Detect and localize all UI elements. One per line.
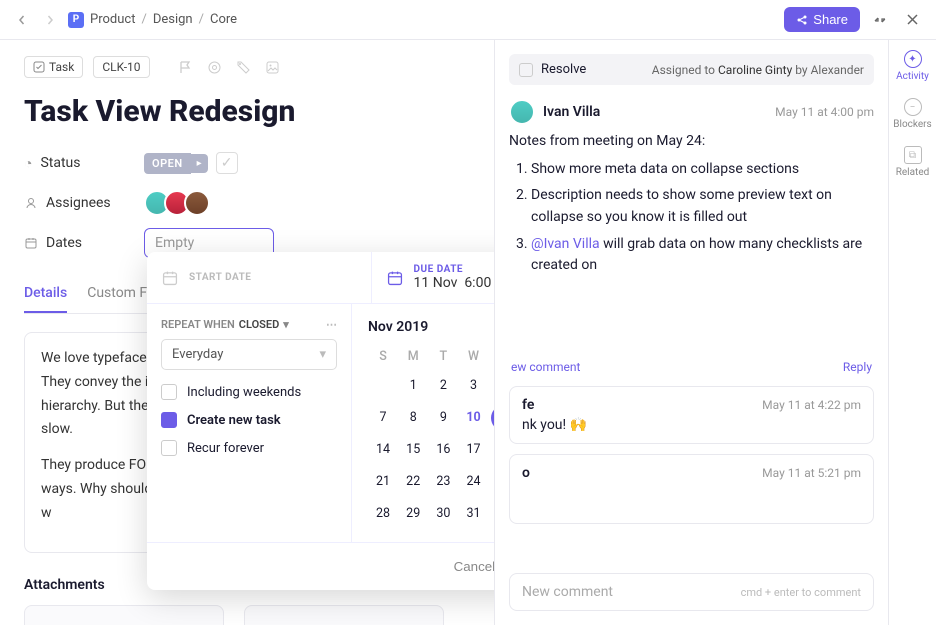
task-title: Task View Redesign — [24, 94, 474, 129]
cal-day[interactable]: 28 — [370, 501, 396, 527]
assignee-icon — [24, 196, 38, 210]
calendar-icon — [24, 236, 38, 250]
tag-icon[interactable] — [236, 60, 251, 75]
bc-product[interactable]: Product — [90, 12, 135, 27]
avatar[interactable] — [184, 190, 210, 216]
cal-day[interactable]: 18 — [491, 437, 494, 463]
assignee-avatars[interactable] — [144, 190, 210, 216]
side-rail: ✦ Activity − Blockers ⧉ Related — [888, 40, 936, 625]
comment-thread: Ivan Villa May 11 at 4:00 pm Notes from … — [509, 99, 874, 374]
cal-day[interactable]: 8 — [400, 405, 426, 431]
option-weekends[interactable]: Including weekends — [161, 384, 337, 400]
resolve-checkbox[interactable] — [519, 63, 533, 77]
avatar — [509, 99, 535, 125]
cal-day[interactable]: 10 — [460, 405, 486, 431]
cal-day[interactable]: 11 — [491, 405, 494, 431]
cal-day[interactable]: 17 — [460, 437, 486, 463]
comment-card[interactable]: o May 11 at 5:21 pm — [509, 454, 874, 524]
calendar-icon — [161, 269, 179, 287]
cal-day[interactable]: 31 — [460, 501, 486, 527]
rail-activity[interactable]: ✦ Activity — [896, 50, 929, 82]
task-type-chip[interactable]: Task — [24, 56, 83, 78]
cal-day[interactable]: 23 — [430, 469, 456, 495]
calendar-grid: SMTWTFS123456789101112131415161718192021… — [368, 345, 494, 528]
related-icon: ⧉ — [904, 146, 922, 164]
new-comment-input[interactable]: New comment cmd + enter to comment — [509, 573, 874, 611]
blockers-icon: − — [904, 98, 922, 116]
task-main: Task CLK-10 Task View Redesign ◔Status O… — [0, 40, 494, 625]
calendar-month-label: Nov 2019 — [368, 319, 428, 335]
chevron-down-icon[interactable]: ▾ — [283, 318, 289, 331]
start-date-section[interactable]: START DATE — [147, 252, 371, 303]
rail-related[interactable]: ⧉ Related — [896, 146, 930, 178]
option-recur[interactable]: Recur forever — [161, 440, 337, 456]
due-date-section[interactable]: DUE DATE 11 Nov 6:00 pm ✕ — [371, 252, 495, 303]
minimize-icon[interactable] — [868, 8, 892, 32]
close-icon[interactable] — [900, 8, 924, 32]
comment-card[interactable]: fe May 11 at 4:22 pm nk you! 🙌 — [509, 386, 874, 444]
tab-details[interactable]: Details — [24, 277, 67, 313]
cal-day[interactable]: 4 — [491, 373, 494, 399]
cal-day[interactable]: 9 — [430, 405, 456, 431]
cal-day[interactable]: 22 — [400, 469, 426, 495]
status-next-icon[interactable]: ▸ — [191, 154, 208, 173]
nav-forward[interactable] — [40, 10, 60, 30]
cal-day — [491, 501, 494, 527]
watch-icon[interactable] — [207, 60, 222, 75]
cal-day[interactable]: 29 — [400, 501, 426, 527]
frequency-select[interactable]: Everyday▾ — [161, 339, 337, 370]
bc-design[interactable]: Design — [153, 12, 193, 27]
more-icon[interactable]: ⋯ — [326, 318, 337, 331]
cal-day[interactable]: 15 — [400, 437, 426, 463]
resolve-bar: Resolve Assigned to Caroline Ginty by Al… — [509, 54, 874, 85]
option-create-task[interactable]: Create new task — [161, 412, 337, 428]
cal-day[interactable]: 30 — [430, 501, 456, 527]
cal-day[interactable]: 24 — [460, 469, 486, 495]
breadcrumb: P Product / Design / Core — [68, 12, 237, 28]
add-comment-link[interactable]: ew comment — [511, 360, 580, 374]
mention[interactable]: @Ivan Villa — [531, 236, 600, 252]
rail-blockers[interactable]: − Blockers — [893, 98, 931, 130]
attachment-slot[interactable] — [24, 605, 224, 625]
cancel-button[interactable]: Cancel — [440, 551, 494, 582]
share-button[interactable]: Share — [784, 7, 860, 32]
product-icon: P — [68, 12, 84, 28]
nav-back[interactable] — [12, 10, 32, 30]
status-pill[interactable]: OPEN — [144, 153, 191, 174]
cal-day[interactable]: 7 — [370, 405, 396, 431]
task-id-chip[interactable]: CLK-10 — [93, 56, 149, 78]
resolve-label[interactable]: Resolve — [541, 62, 586, 77]
reply-link[interactable]: Reply — [843, 360, 872, 374]
calendar-icon — [386, 269, 404, 287]
cal-day[interactable]: 1 — [400, 373, 426, 399]
cal-day[interactable]: 21 — [370, 469, 396, 495]
cal-day[interactable]: 2 — [430, 373, 456, 399]
cal-day[interactable]: 25 — [491, 469, 494, 495]
status-icon: ◔ — [24, 155, 32, 172]
image-icon[interactable] — [265, 60, 280, 75]
cal-day[interactable]: 16 — [430, 437, 456, 463]
task-icon — [33, 61, 45, 73]
share-icon — [796, 14, 808, 26]
status-complete-button[interactable]: ✓ — [216, 152, 238, 174]
cal-day — [370, 373, 396, 399]
cal-day[interactable]: 14 — [370, 437, 396, 463]
flag-icon[interactable] — [178, 60, 193, 75]
topbar: P Product / Design / Core Share — [0, 0, 936, 40]
cal-day[interactable]: 3 — [460, 373, 486, 399]
date-popover: START DATE DUE DATE 11 Nov 6:00 pm ✕ REP… — [147, 252, 494, 590]
chevron-down-icon: ▾ — [319, 347, 326, 362]
assigned-info: Assigned to Caroline Ginty by Alexander — [652, 63, 864, 77]
bc-core[interactable]: Core — [210, 12, 237, 27]
activity-icon: ✦ — [904, 50, 922, 68]
activity-panel: Resolve Assigned to Caroline Ginty by Al… — [494, 40, 888, 625]
attachment-slot[interactable] — [244, 605, 444, 625]
